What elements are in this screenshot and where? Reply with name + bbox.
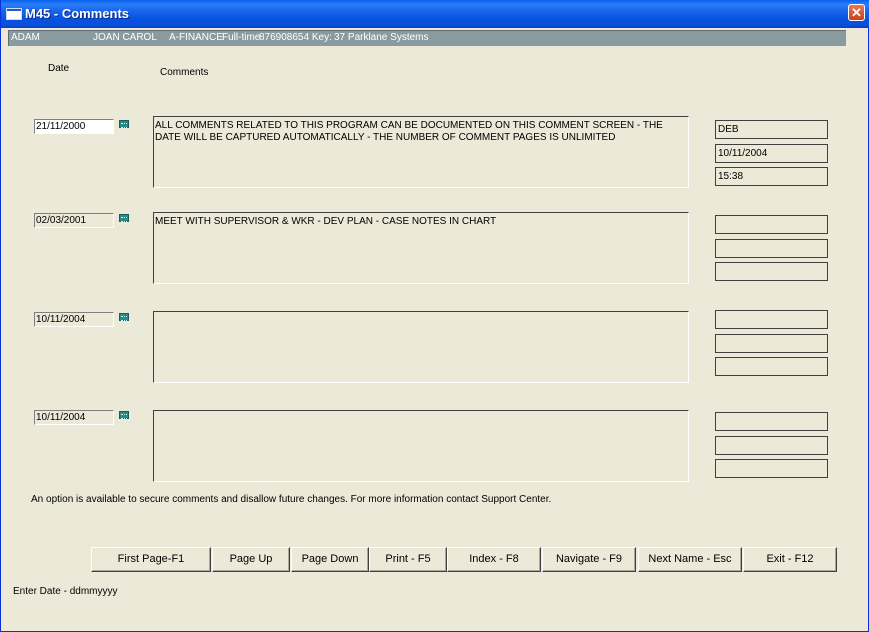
calendar-icon-2[interactable]: [119, 214, 129, 222]
first-page-button[interactable]: First Page-F1: [91, 547, 211, 572]
entered-date-field-2: [715, 239, 828, 258]
navigate-button[interactable]: Navigate - F9: [542, 547, 636, 572]
date-field-1[interactable]: 21/11/2000: [34, 119, 114, 134]
date-field-2[interactable]: 02/03/2001: [34, 213, 114, 228]
comments-column-header: Comments: [160, 67, 209, 78]
client-id-key: 876908654 Key:: [259, 32, 332, 43]
index-button[interactable]: Index - F8: [447, 547, 541, 572]
comment-field-1[interactable]: ALL COMMENTS RELATED TO THIS PROGRAM CAN…: [153, 116, 689, 188]
comment-field-4[interactable]: [153, 410, 689, 482]
page-down-button[interactable]: Page Down: [291, 547, 369, 572]
comment-field-3[interactable]: [153, 311, 689, 383]
entered-date-field-3: [715, 334, 828, 353]
company-name: 37 Parklane Systems: [334, 32, 429, 43]
comment-field-2[interactable]: MEET WITH SUPERVISOR & WKR - DEV PLAN - …: [153, 212, 689, 284]
entered-by-field-2: [715, 215, 828, 234]
calendar-icon-3[interactable]: [119, 313, 129, 321]
date-column-header: Date: [48, 63, 70, 74]
entered-by-field-1: DEB: [715, 120, 828, 139]
client-info-bar: ADAM JOAN CAROL A-FINANCE Full-time 8769…: [8, 30, 846, 46]
page-up-button[interactable]: Page Up: [212, 547, 290, 572]
entered-time-field-1: 15:38: [715, 167, 828, 186]
entered-date-field-1: 10/11/2004: [715, 144, 828, 163]
window-icon: [6, 8, 22, 20]
client-first-name: JOAN CAROL: [93, 32, 157, 43]
calendar-icon-1[interactable]: [119, 120, 129, 128]
close-button[interactable]: ✕: [848, 4, 865, 21]
client-last-name: ADAM: [11, 32, 40, 43]
entered-time-field-2: [715, 262, 828, 281]
entered-time-field-3: [715, 357, 828, 376]
entered-by-field-4: [715, 412, 828, 431]
date-field-4[interactable]: 10/11/2004: [34, 410, 114, 425]
next-name-button[interactable]: Next Name - Esc: [638, 547, 742, 572]
comments-window: M45 - Comments ✕ ADAM JOAN CAROL A-FINAN…: [0, 0, 869, 632]
entered-date-field-4: [715, 436, 828, 455]
title-bar[interactable]: M45 - Comments ✕: [1, 0, 869, 28]
status-bar-text: Enter Date - ddmmyyyy: [13, 586, 118, 597]
window-title: M45 - Comments: [25, 6, 130, 21]
calendar-icon-4[interactable]: [119, 411, 129, 419]
exit-button[interactable]: Exit - F12: [743, 547, 837, 572]
program-name: A-FINANCE: [169, 32, 223, 43]
entered-time-field-4: [715, 459, 828, 478]
date-field-3[interactable]: 10/11/2004: [34, 312, 114, 327]
entered-by-field-3: [715, 310, 828, 329]
employment-status: Full-time: [222, 32, 261, 43]
secure-comments-notice: An option is available to secure comment…: [31, 494, 552, 505]
print-button[interactable]: Print - F5: [369, 547, 447, 572]
